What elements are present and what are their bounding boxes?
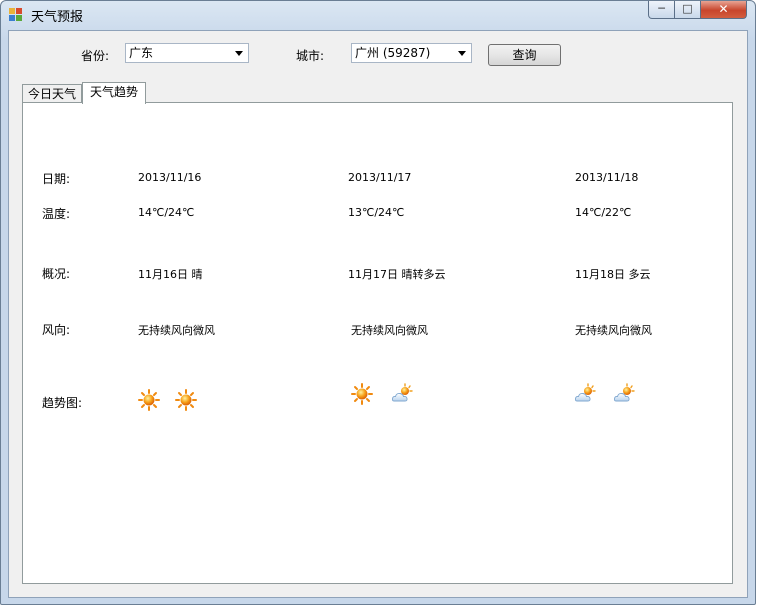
tab-weather-trend[interactable]: 天气趋势	[82, 82, 146, 104]
minimize-button[interactable]: ─	[648, 1, 675, 19]
city-label: 城市:	[296, 49, 325, 63]
title-bar[interactable]: 天气预报 ─ □ ✕	[1, 1, 755, 29]
overview-row-label: 概况:	[42, 267, 71, 281]
day1-temperature: 14℃/24℃	[138, 206, 195, 219]
sunny-icon	[138, 389, 160, 411]
day3-summary: 11月18日 多云	[575, 268, 651, 281]
chevron-down-icon	[235, 51, 243, 56]
partly-cloudy-icon	[574, 383, 596, 402]
close-button[interactable]: ✕	[701, 1, 747, 19]
day2-summary: 11月17日 晴转多云	[348, 268, 446, 281]
day3-date: 2013/11/18	[575, 171, 639, 184]
city-value: 广州 (59287)	[355, 46, 431, 60]
day1-summary: 11月16日 晴	[138, 268, 203, 281]
province-value: 广东	[129, 46, 154, 60]
partly-cloudy-icon	[391, 383, 413, 402]
trend-panel: 日期: 温度: 概况: 风向: 趋势图: 2013/11/16 14℃/24℃ …	[22, 102, 733, 584]
chevron-down-icon	[458, 51, 466, 56]
sunny-icon	[351, 383, 373, 405]
date-row-label: 日期:	[42, 172, 71, 186]
day2-wind: 无持续风向微风	[351, 324, 428, 337]
day2-date: 2013/11/17	[348, 171, 412, 184]
trend-row-label: 趋势图:	[42, 396, 83, 410]
day1-wind: 无持续风向微风	[138, 324, 215, 337]
day1-date: 2013/11/16	[138, 171, 202, 184]
app-icon	[9, 8, 23, 22]
city-select[interactable]: 广州 (59287)	[351, 43, 472, 63]
maximize-button[interactable]: □	[675, 1, 701, 19]
sunny-icon	[175, 389, 197, 411]
province-select[interactable]: 广东	[125, 43, 249, 63]
day3-wind: 无持续风向微风	[575, 324, 652, 337]
day3-temperature: 14℃/22℃	[575, 206, 632, 219]
window-title: 天气预报	[31, 10, 84, 25]
client-area: 省份: 广东 城市: 广州 (59287) 查询 今日天气 天气趋势 日期: 温…	[8, 30, 748, 598]
temperature-row-label: 温度:	[42, 207, 71, 221]
wind-row-label: 风向:	[42, 323, 71, 337]
tab-today-weather[interactable]: 今日天气	[22, 84, 82, 104]
app-window: 天气预报 ─ □ ✕ 省份: 广东 城市: 广州 (59287) 查询 今日天气…	[0, 0, 756, 605]
province-label: 省份:	[81, 49, 110, 63]
day2-temperature: 13℃/24℃	[348, 206, 405, 219]
search-button[interactable]: 查询	[488, 44, 561, 66]
partly-cloudy-icon	[613, 383, 635, 402]
